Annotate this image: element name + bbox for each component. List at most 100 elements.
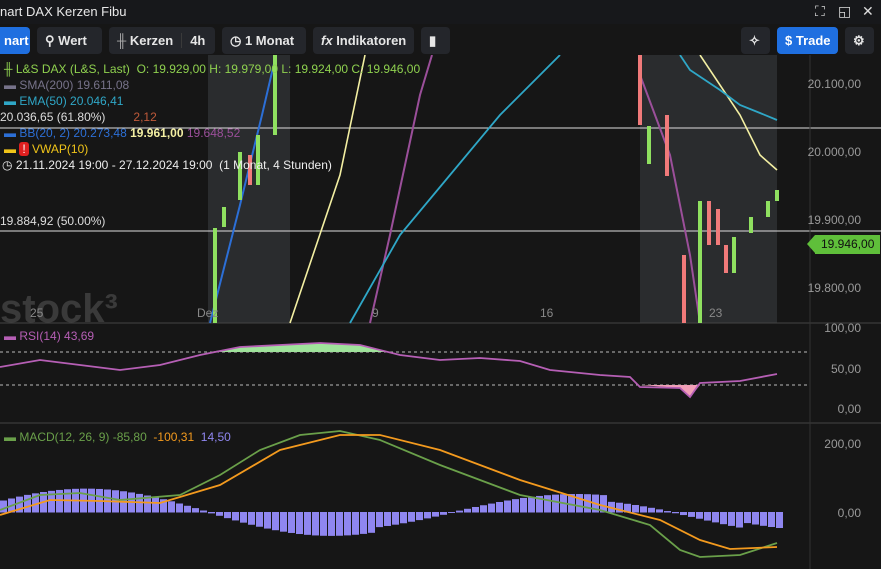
- search-button[interactable]: ⚲ Wert: [37, 27, 102, 54]
- histogram-bar: [168, 501, 175, 513]
- fullscreen-icon[interactable]: ⛶: [815, 3, 825, 20]
- histogram-bar: [272, 512, 279, 531]
- histogram-bar: [0, 500, 7, 513]
- signal-value: -100,31: [153, 430, 195, 444]
- histogram-bar: [328, 512, 335, 536]
- ema-legend[interactable]: ▬ EMA(50) 20.046,41: [4, 94, 123, 108]
- histogram-bar: [584, 494, 591, 513]
- histogram-bar: [392, 512, 399, 525]
- macd-label: MACD(12, 26, 9): [19, 430, 110, 444]
- histogram-bar: [192, 508, 199, 513]
- bookmark-button[interactable]: ▮: [421, 27, 450, 54]
- indicators-label: Indikatoren: [336, 33, 407, 48]
- window-title: nart DAX Kerzen Fibu: [0, 4, 127, 19]
- title-bar: nart DAX Kerzen Fibu ⛶ ◱ ✕: [0, 0, 881, 24]
- histogram-bar: [736, 512, 743, 528]
- histogram-bar: [248, 512, 255, 525]
- histogram-bar: [304, 512, 311, 535]
- histogram-bar: [224, 512, 231, 519]
- histogram-bar: [728, 512, 735, 526]
- histogram-bar: [648, 507, 655, 513]
- histogram-bar: [640, 506, 647, 513]
- histogram-bar: [440, 512, 447, 515]
- close-icon[interactable]: ✕: [862, 3, 874, 20]
- chart-type-label: Kerzen: [129, 33, 174, 48]
- settings-button[interactable]: ⚙: [845, 27, 874, 54]
- range-button[interactable]: ◷ 1 Monat: [222, 27, 306, 54]
- price-tick: 20.000,00: [807, 145, 861, 159]
- histogram-bar: [320, 512, 327, 536]
- histogram-bar: [488, 503, 495, 513]
- histogram-bar: [200, 510, 207, 513]
- macd-legend[interactable]: ▬ MACD(12, 26, 9) -85,80 -100,31 14,50: [4, 430, 231, 444]
- instrument-legend[interactable]: ╫ L&S DAX (L&S, Last) O: 19.929,00 H: 19…: [4, 62, 420, 76]
- bollinger-mid-line: [289, 55, 366, 324]
- vwap-legend[interactable]: ▬ ! VWAP(10): [4, 142, 88, 156]
- histogram-bar: [336, 512, 343, 536]
- stock3-watermark: stock³: [0, 287, 118, 331]
- candles-icon: ╫: [4, 62, 13, 76]
- histogram-bar: [400, 512, 407, 524]
- histogram-value: 14,50: [200, 430, 231, 444]
- histogram-bar: [264, 512, 271, 529]
- histogram-bar: [472, 506, 479, 513]
- histogram-bar: [312, 512, 319, 536]
- ema-value: 20.046,41: [70, 94, 124, 108]
- histogram-bar: [632, 504, 639, 513]
- vwap-label: VWAP(10): [32, 142, 89, 156]
- rsi-legend[interactable]: ▬ RSI(14) 43,69: [4, 329, 94, 343]
- fib-618-label: 20.036,65 (61.80%) 2,12: [0, 110, 157, 124]
- instrument-name: L&S DAX (L&S, Last): [15, 62, 130, 76]
- fx-icon: fx: [321, 33, 333, 48]
- histogram-bar: [768, 512, 775, 527]
- price-tick: 20.100,00: [807, 77, 861, 91]
- search-icon: ⚲: [45, 33, 55, 48]
- histogram-bar: [504, 500, 511, 513]
- histogram-bar: [216, 512, 223, 516]
- candles-icon: ╫: [117, 33, 127, 48]
- overlapped-value: 2,12: [133, 110, 157, 124]
- time-tick: Dez: [197, 306, 219, 320]
- clock-icon: ◷: [2, 158, 13, 172]
- histogram-bar: [456, 510, 463, 513]
- bb-legend[interactable]: ▬ BB(20, 2) 20.273,48 19.961,00 19.648,5…: [4, 126, 240, 140]
- clock-icon: ◷: [230, 33, 242, 48]
- histogram-bar: [776, 512, 783, 529]
- sparkle-icon: ✧: [749, 33, 760, 48]
- histogram-bar: [664, 511, 671, 513]
- histogram-bar: [416, 512, 423, 521]
- histogram-bar: [288, 512, 295, 533]
- histogram-bar: [256, 512, 263, 527]
- interval-button[interactable]: 4h: [181, 33, 206, 48]
- trade-button[interactable]: $ Trade: [777, 27, 838, 54]
- rsi-tick: 0,00: [837, 402, 861, 416]
- undock-icon[interactable]: ◱: [838, 3, 851, 20]
- time-tick: 25: [30, 306, 44, 320]
- histogram-bar: [208, 512, 215, 514]
- chart-button[interactable]: nart: [0, 27, 30, 54]
- indicators-button[interactable]: fx Indikatoren: [313, 27, 414, 54]
- gear-icon: ⚙: [853, 33, 865, 48]
- histogram-bar: [232, 512, 239, 521]
- histogram-bar: [368, 512, 375, 533]
- bb-mid: 19.961,00: [130, 126, 184, 140]
- sma-legend[interactable]: ▬ SMA(200) 19.611,08: [4, 78, 129, 92]
- ohlc-values: O: 19.929,00 H: 19.979,00 L: 19.924,00 C…: [136, 62, 421, 76]
- magic-button[interactable]: ✧: [741, 27, 770, 54]
- highlight-band: [640, 55, 777, 323]
- rsi-line: [0, 342, 778, 399]
- fib-50-label: 19.884,92 (50.00%): [0, 214, 106, 228]
- histogram-bar: [424, 512, 431, 519]
- macd-tick: 200,00: [824, 437, 861, 451]
- histogram-bar: [528, 496, 535, 513]
- histogram-bar: [480, 505, 487, 513]
- histogram-bar: [176, 503, 183, 513]
- histogram-bar: [576, 494, 583, 513]
- macd-value: -85,80: [112, 430, 147, 444]
- chart-area[interactable]: stock³ ╫ L&S DAX (L&S, Last) O: 19.929,0…: [0, 55, 881, 569]
- histogram-bar: [688, 512, 695, 517]
- chart-type-button[interactable]: ╫ Kerzen 4h: [109, 27, 215, 54]
- histogram-bar: [544, 495, 551, 513]
- price-tick: 19.900,00: [807, 213, 861, 227]
- rsi-tick: 50,00: [830, 362, 861, 376]
